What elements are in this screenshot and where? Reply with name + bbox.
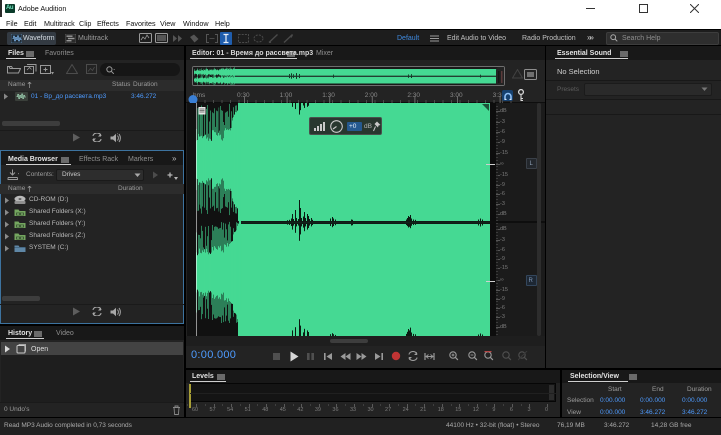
svg-text:': ' — [117, 133, 118, 139]
